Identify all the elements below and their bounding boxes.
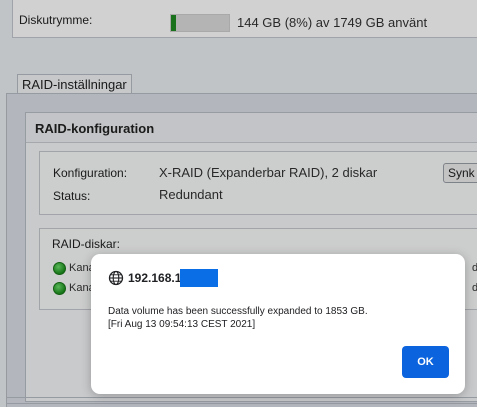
dialog-message: Data volume has been successfully expand… (108, 305, 368, 331)
dialog-origin: 192.168.1 (128, 271, 182, 285)
dialog-timestamp: [Fri Aug 13 09:54:13 CEST 2021] (108, 319, 256, 330)
globe-icon (108, 270, 124, 286)
dialog-message-line: Data volume has been successfully expand… (108, 306, 368, 317)
ok-button[interactable]: OK (402, 346, 449, 378)
redaction-block (180, 269, 218, 287)
alert-dialog: 192.168.1 Data volume has been successfu… (91, 254, 465, 394)
